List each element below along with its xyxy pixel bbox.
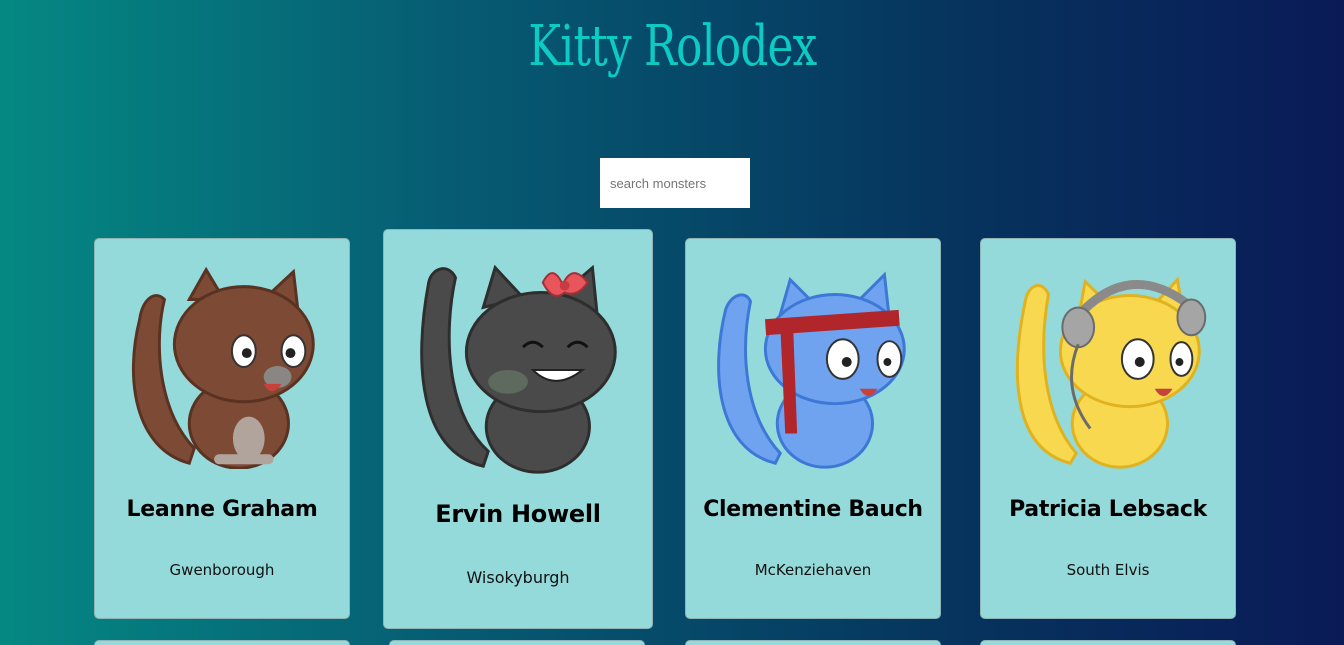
monster-card[interactable] xyxy=(94,640,350,645)
monster-city: McKenziehaven xyxy=(754,561,872,579)
monster-city: Gwenborough xyxy=(169,561,275,579)
brown-cat-icon xyxy=(95,259,349,469)
yellow-cat-with-headphones-icon xyxy=(981,259,1235,469)
monster-card[interactable] xyxy=(980,640,1236,645)
monster-card[interactable]: Leanne Graham Gwenborough xyxy=(94,238,350,619)
page-title: Kitty Rolodex xyxy=(528,14,817,79)
monster-card[interactable]: Patricia Lebsack South Elvis xyxy=(980,238,1236,619)
monster-card[interactable]: Clementine Bauch McKenziehaven xyxy=(685,238,941,619)
monster-name: Ervin Howell xyxy=(435,500,601,528)
monster-city: Wisokyburgh xyxy=(466,568,570,587)
monster-name: Leanne Graham xyxy=(126,497,318,522)
blue-cat-with-headband-icon xyxy=(686,259,940,469)
monster-card[interactable]: Ervin Howell Wisokyburgh xyxy=(383,229,653,629)
monster-name: Patricia Lebsack xyxy=(1009,497,1207,522)
monster-card[interactable] xyxy=(389,640,645,645)
gray-cat-with-bow-icon xyxy=(384,252,652,474)
monster-card[interactable] xyxy=(685,640,941,645)
search-input[interactable] xyxy=(600,158,750,208)
monster-name: Clementine Bauch xyxy=(703,497,923,522)
monster-city: South Elvis xyxy=(1066,561,1150,579)
